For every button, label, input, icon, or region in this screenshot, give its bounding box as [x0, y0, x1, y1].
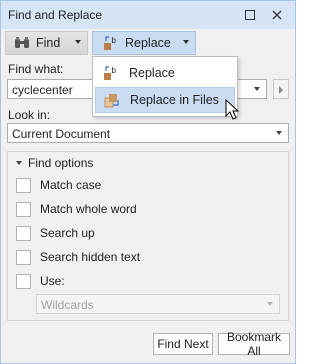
- binoculars-icon: [14, 36, 30, 50]
- match-whole-word-label: Match whole word: [40, 202, 137, 216]
- match-whole-word-checkbox[interactable]: [16, 201, 31, 217]
- menu-item-replace[interactable]: b Replace: [95, 60, 235, 86]
- match-case-option[interactable]: Match case: [16, 176, 101, 194]
- menu-item-replace-in-files-label: Replace in Files: [130, 93, 219, 107]
- chevron-down-icon[interactable]: [183, 40, 189, 44]
- search-hidden-text-checkbox[interactable]: [16, 249, 31, 265]
- use-option[interactable]: Use:: [16, 272, 65, 290]
- search-up-label: Search up: [40, 226, 95, 240]
- find-what-label: Find what:: [8, 62, 64, 76]
- menu-item-replace-in-files[interactable]: Replace in Files: [95, 87, 235, 113]
- mouse-cursor-icon: [225, 98, 241, 121]
- maximize-icon[interactable]: [241, 6, 259, 24]
- svg-text:b: b: [112, 66, 117, 75]
- find-what-value[interactable]: cyclecenter: [12, 83, 73, 97]
- search-up-checkbox[interactable]: [16, 225, 31, 241]
- look-in-label: Look in:: [8, 108, 51, 122]
- search-hidden-text-option[interactable]: Search hidden text: [16, 248, 140, 266]
- look-in-value: Current Document: [12, 127, 111, 141]
- look-in-combo[interactable]: Current Document: [7, 123, 289, 143]
- title-bar: Find and Replace: [1, 1, 295, 29]
- replace-in-files-icon: [104, 92, 120, 108]
- use-label: Use:: [40, 274, 65, 288]
- use-type-combo: Wildcards: [36, 294, 280, 314]
- search-up-option[interactable]: Search up: [16, 224, 95, 242]
- find-mode-button[interactable]: Find: [5, 31, 88, 55]
- replace-icon: b: [103, 65, 119, 81]
- close-icon[interactable]: [268, 6, 286, 24]
- replace-dropdown-menu: b Replace Replace in Files: [92, 56, 238, 117]
- menu-item-replace-label: Replace: [129, 66, 175, 80]
- match-whole-word-option[interactable]: Match whole word: [16, 200, 137, 218]
- match-case-checkbox[interactable]: [16, 177, 31, 193]
- replace-icon: b: [103, 35, 119, 51]
- use-type-value: Wildcards: [41, 298, 94, 312]
- toolbar: Find b Replace: [1, 29, 295, 57]
- match-case-label: Match case: [40, 178, 102, 192]
- find-options-title: Find options: [28, 156, 94, 170]
- collapse-icon[interactable]: [16, 161, 22, 165]
- chevron-down-icon[interactable]: [75, 40, 81, 44]
- find-mode-label: Find: [36, 36, 61, 50]
- replace-mode-label: Replace: [125, 36, 171, 50]
- find-next-button[interactable]: Find Next: [153, 333, 213, 355]
- find-options-arrow-button[interactable]: [273, 79, 289, 99]
- use-checkbox[interactable]: [16, 273, 31, 289]
- window-title: Find and Replace: [8, 8, 103, 22]
- svg-text:b: b: [112, 36, 117, 45]
- chevron-down-icon[interactable]: [276, 131, 282, 135]
- find-replace-window: Find and Replace Find b Replace Find wha…: [0, 0, 296, 364]
- chevron-down-icon: [267, 302, 273, 306]
- replace-mode-button[interactable]: b Replace: [92, 31, 196, 55]
- chevron-down-icon[interactable]: [254, 87, 260, 91]
- bookmark-all-button[interactable]: Bookmark All: [218, 330, 290, 358]
- find-options-group: Find options Match case Match whole word…: [7, 151, 289, 321]
- search-hidden-text-label: Search hidden text: [40, 250, 141, 264]
